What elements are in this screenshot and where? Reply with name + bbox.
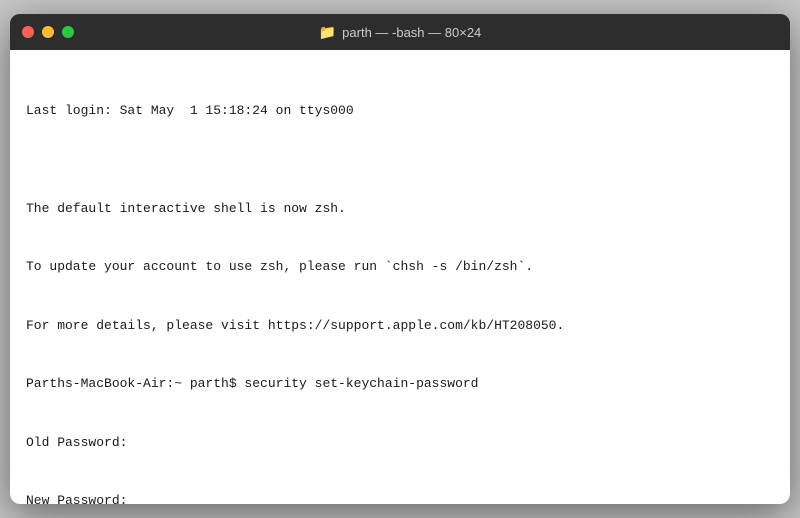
terminal-line-7: Old Password: bbox=[26, 433, 774, 453]
terminal-line-6: Parths-MacBook-Air:~ parth$ security set… bbox=[26, 374, 774, 394]
traffic-lights bbox=[22, 26, 74, 38]
terminal-line-8: New Password: bbox=[26, 491, 774, 504]
folder-icon: 📁 bbox=[319, 24, 336, 41]
maximize-button[interactable] bbox=[62, 26, 74, 38]
terminal-line-3: The default interactive shell is now zsh… bbox=[26, 199, 774, 219]
titlebar: 📁 parth — -bash — 80×24 bbox=[10, 14, 790, 50]
minimize-button[interactable] bbox=[42, 26, 54, 38]
terminal-line-1: Last login: Sat May 1 15:18:24 on ttys00… bbox=[26, 101, 774, 121]
close-button[interactable] bbox=[22, 26, 34, 38]
window-title: 📁 parth — -bash — 80×24 bbox=[319, 24, 482, 41]
terminal-window: 📁 parth — -bash — 80×24 Last login: Sat … bbox=[10, 14, 790, 504]
terminal-line-4: To update your account to use zsh, pleas… bbox=[26, 257, 774, 277]
terminal-body[interactable]: Last login: Sat May 1 15:18:24 on ttys00… bbox=[10, 50, 790, 504]
terminal-line-5: For more details, please visit https://s… bbox=[26, 316, 774, 336]
terminal-content: Last login: Sat May 1 15:18:24 on ttys00… bbox=[26, 62, 774, 504]
